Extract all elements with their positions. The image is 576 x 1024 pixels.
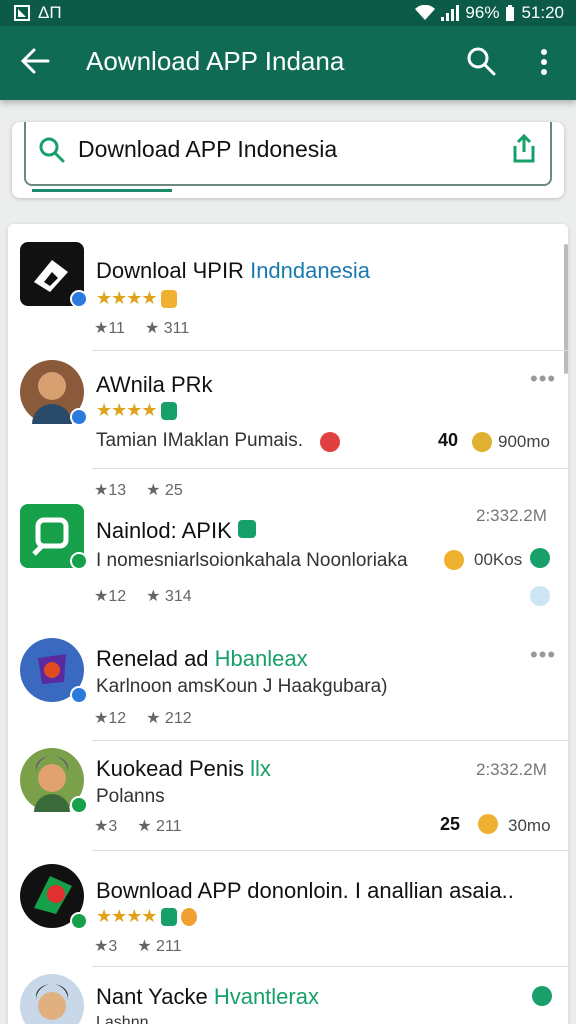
item-size: 00Kos (474, 550, 523, 569)
item-title: Bownload APP dononloin. I anallian asaia… (96, 878, 514, 903)
item-description: I nomesniarlsoionkahala Noonloriaka (96, 550, 408, 571)
list-item[interactable]: Renelad ad Hbanleax ••• Karlnoon amsKoun… (8, 634, 568, 740)
chat-icon (530, 586, 550, 606)
app-icon (20, 504, 88, 570)
avatar (20, 360, 88, 426)
divider (92, 740, 568, 741)
item-title: Kuokead Penis llx (96, 756, 271, 781)
status-bar: ΔΠ 96% 51:20 (0, 0, 576, 26)
item-count: 25 (440, 814, 461, 834)
signal-icon (441, 5, 460, 21)
badge-icon (160, 289, 177, 308)
verified-badge-icon (70, 912, 88, 930)
list-item[interactable]: Nainlod: APIK 2:332.2M I nomesniarlsoion… (8, 494, 568, 634)
item-time: 2:332.2M (476, 506, 547, 525)
list-item[interactable]: Kuokead Penis llx 2:332.2M Polanns 25 30… (8, 742, 568, 850)
list-item[interactable]: Nant Yacke Hvantlerax Lashnn (8, 968, 568, 1024)
item-description: Karlnoon amsKoun J Haakgubara) (96, 676, 388, 697)
heart-icon[interactable] (532, 986, 552, 1006)
item-meta: ★3 ★ 211 (94, 818, 182, 835)
item-description: Tamian IMaklan Pumais. (96, 430, 303, 451)
search-card: Download APP Indonesia (12, 122, 564, 198)
badge-icon (237, 520, 256, 538)
rating-stars: ★★★★ (96, 400, 177, 421)
search-input[interactable]: Download APP Indonesia (24, 122, 552, 186)
wifi-icon (415, 5, 436, 20)
verified-badge-icon (70, 552, 88, 570)
item-count: 40 (438, 430, 459, 450)
verified-badge-icon (70, 290, 88, 308)
search-icon (39, 137, 65, 163)
more-vertical-icon[interactable] (532, 46, 556, 78)
search-underline (32, 186, 172, 192)
verified-badge-icon (70, 686, 88, 704)
carrier-label: ΔΠ (38, 3, 62, 22)
item-description: Polanns (96, 786, 165, 807)
page-title: Aownload APP Indana (86, 46, 345, 76)
item-title: Downloal ЧPIR Indndanesia (96, 258, 370, 283)
avatar (20, 974, 84, 1024)
check-icon (530, 548, 550, 568)
item-meta: ★12 ★ 314 (94, 588, 192, 605)
divider (92, 468, 568, 469)
search-icon[interactable] (466, 46, 496, 76)
divider (92, 350, 568, 351)
more-horizontal-icon[interactable]: ••• (530, 366, 556, 392)
item-title: Nant Yacke Hvantlerax (96, 984, 319, 1009)
item-meta: ★3 ★ 211 (94, 938, 182, 955)
search-query: Download APP Indonesia (78, 136, 338, 162)
item-meta: ★11 ★ 311 (94, 320, 190, 337)
arrow-left-icon[interactable] (18, 44, 52, 78)
more-horizontal-icon[interactable]: ••• (530, 642, 556, 668)
battery-icon (506, 5, 515, 21)
item-title: Nainlod: APIK (96, 518, 256, 544)
avatar (20, 748, 88, 814)
item-description: Lashnn (96, 1014, 149, 1024)
divider (92, 966, 568, 967)
item-size: 30mo (508, 816, 551, 835)
badge-icon (160, 907, 177, 926)
share-icon[interactable] (510, 134, 538, 164)
verified-badge-icon (70, 796, 88, 814)
notification-icon (14, 5, 30, 21)
clock: 51:20 (521, 3, 564, 22)
rating-stars: ★★★★ (96, 906, 197, 927)
list-item[interactable]: Downloal ЧPIR Indndanesia ★★★★ ★11 ★ 311 (8, 224, 568, 350)
battery-label: 96% (465, 3, 500, 22)
app-icon (20, 864, 88, 930)
emoji-icon (472, 432, 492, 452)
item-title: AWnila PRk (96, 372, 213, 397)
emoji-icon (320, 432, 340, 452)
app-icon (20, 242, 88, 308)
item-size: 900mo (498, 432, 550, 451)
badge-icon (160, 401, 177, 420)
app-bar: Aownload APP Indana (0, 26, 576, 100)
item-meta: ★12 ★ 212 (94, 710, 192, 727)
rating-stars: ★★★★ (96, 288, 177, 309)
item-title: Renelad ad Hbanleax (96, 646, 308, 671)
badge-icon (180, 907, 197, 926)
verified-badge-icon (70, 408, 88, 426)
result-list: Downloal ЧPIR Indndanesia ★★★★ ★11 ★ 311 … (8, 224, 568, 1024)
list-item[interactable]: AWnila PRk ••• ★★★★ Tamian IMaklan Pumai… (8, 352, 568, 468)
avatar (20, 638, 88, 704)
emoji-icon (444, 550, 464, 570)
emoji-icon (478, 814, 498, 834)
item-time: 2:332.2M (476, 760, 547, 779)
list-item[interactable]: Bownload APP dononloin. I anallian asaia… (8, 852, 568, 966)
divider (92, 850, 568, 851)
